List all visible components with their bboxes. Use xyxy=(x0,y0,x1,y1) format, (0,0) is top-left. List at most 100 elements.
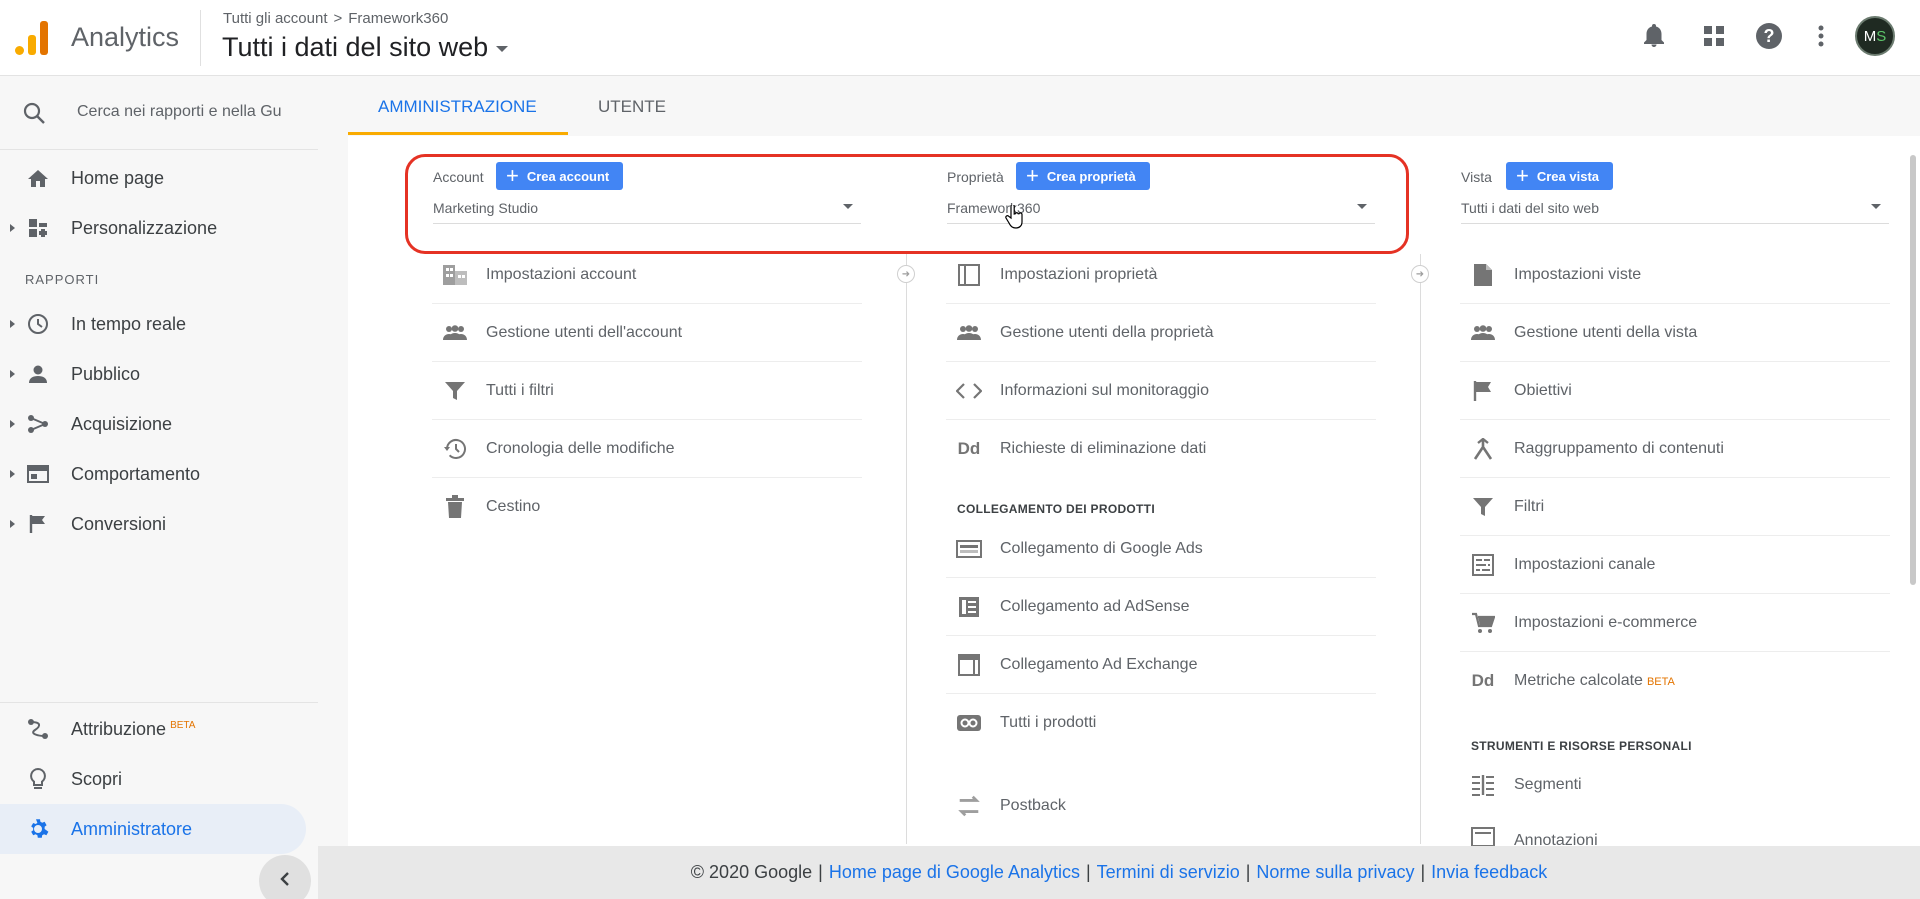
building-icon xyxy=(442,262,468,288)
cart-icon xyxy=(1470,610,1496,636)
property-settings-row[interactable]: Impostazioni proprietà xyxy=(946,246,1376,304)
calculated-metrics-row[interactable]: Dd Metriche calcolate BETA xyxy=(1460,652,1890,710)
section-label-reports: RAPPORTI xyxy=(25,272,100,287)
more-vert-icon[interactable] xyxy=(1805,20,1837,52)
row-label: Gestione utenti della vista xyxy=(1514,323,1698,341)
tab-user[interactable]: UTENTE xyxy=(598,97,666,135)
sidebar-item-attribution[interactable]: Attribuzione BETA xyxy=(0,704,306,754)
filters-row[interactable]: Filtri xyxy=(1460,478,1890,536)
channel-settings-row[interactable]: Impostazioni canale xyxy=(1460,536,1890,594)
row-label: Raggruppamento di contenuti xyxy=(1514,439,1724,457)
footer: © 2020 Google | Home page di Google Anal… xyxy=(318,846,1920,899)
annotations-row[interactable]: Annotazioni xyxy=(1460,804,1890,846)
view-user-management-row[interactable]: Gestione utenti della vista xyxy=(1460,304,1890,362)
sidebar-item-label: Home page xyxy=(71,167,165,188)
sidebar-item-conversions[interactable]: Conversioni xyxy=(0,499,306,549)
row-label: Collegamento ad AdSense xyxy=(1000,597,1190,615)
search-icon xyxy=(22,101,46,130)
search-input[interactable] xyxy=(77,99,297,125)
column-separator xyxy=(1420,254,1421,844)
change-history-row[interactable]: Cronologia delle modifiche xyxy=(432,420,862,478)
content-grouping-icon xyxy=(1470,436,1496,462)
account-user-management-row[interactable]: Gestione utenti dell'account xyxy=(432,304,862,362)
breadcrumb-property[interactable]: Framework360 xyxy=(348,10,448,27)
all-products-row[interactable]: Tutti i prodotti xyxy=(946,694,1376,752)
breadcrumb: Tutti gli account > Framework360 xyxy=(223,10,448,27)
beta-badge: BETA xyxy=(1646,676,1675,688)
ad-exchange-link-row[interactable]: Collegamento Ad Exchange xyxy=(946,636,1376,694)
footer-separator: | xyxy=(1245,862,1251,882)
sidebar-item-customization[interactable]: Personalizzazione xyxy=(0,203,306,253)
footer-link-feedback[interactable]: Invia feedback xyxy=(1431,862,1547,883)
arrow-circle-icon: ➜ xyxy=(897,265,915,283)
expand-arrow-icon xyxy=(10,520,15,528)
avatar-initial: M xyxy=(1863,27,1877,45)
avatar[interactable]: MS xyxy=(1855,16,1895,56)
acquisition-icon xyxy=(26,412,50,436)
attribution-label: Attribuzione xyxy=(71,718,167,739)
analytics-logo-icon[interactable] xyxy=(12,17,52,57)
data-deletion-icon: Dd xyxy=(957,439,981,458)
postback-row[interactable]: Postback xyxy=(946,777,1376,835)
view-settings-row[interactable]: Impostazioni viste xyxy=(1460,246,1890,304)
filter-icon xyxy=(442,378,468,404)
row-label: Informazioni sul monitoraggio xyxy=(1000,381,1209,399)
trash-row[interactable]: Cestino xyxy=(432,478,862,536)
breadcrumb-accounts[interactable]: Tutti gli account xyxy=(223,10,328,27)
segments-icon xyxy=(1470,772,1496,798)
people-icon xyxy=(442,320,468,346)
apps-grid-icon[interactable] xyxy=(1698,20,1730,52)
help-icon[interactable]: ? xyxy=(1753,20,1785,52)
gear-icon xyxy=(26,817,50,841)
expand-arrow-icon xyxy=(10,470,15,478)
lightbulb-icon xyxy=(26,767,50,791)
row-label: Gestione utenti della proprietà xyxy=(1000,323,1214,341)
footer-link-terms[interactable]: Termini di servizio xyxy=(1097,862,1240,883)
adsense-link-row[interactable]: Collegamento ad AdSense xyxy=(946,578,1376,636)
tab-administration[interactable]: AMMINISTRAZIONE xyxy=(348,97,568,135)
bell-icon[interactable] xyxy=(1638,20,1670,52)
create-view-button[interactable]: + Crea vista xyxy=(1506,162,1614,190)
sidebar-item-audience[interactable]: Pubblico xyxy=(0,349,306,399)
tracking-info-row[interactable]: Informazioni sul monitoraggio xyxy=(946,362,1376,420)
sidebar-item-acquisition[interactable]: Acquisizione xyxy=(0,399,306,449)
calculated-metrics-label: Metriche calcolate xyxy=(1514,672,1643,689)
row-label: Impostazioni proprietà xyxy=(1000,265,1158,283)
sidebar-item-label: Scopri xyxy=(71,768,123,789)
goals-row[interactable]: Obiettivi xyxy=(1460,362,1890,420)
attribution-icon xyxy=(26,717,50,741)
content-grouping-row[interactable]: Raggruppamento di contenuti xyxy=(1460,420,1890,478)
view-selector[interactable]: Tutti i dati del sito web xyxy=(222,32,509,63)
sidebar-item-discover[interactable]: Scopri xyxy=(0,754,306,804)
behavior-icon xyxy=(26,462,50,486)
footer-link-privacy[interactable]: Norme sulla privacy xyxy=(1256,862,1414,883)
row-label: Impostazioni e-commerce xyxy=(1514,613,1698,631)
sidebar-item-home[interactable]: Home page xyxy=(0,153,306,203)
sidebar-item-behavior[interactable]: Comportamento xyxy=(0,449,306,499)
footer-link-analytics-home[interactable]: Home page di Google Analytics xyxy=(829,862,1080,883)
view-selector-dropdown[interactable]: Tutti i dati del sito web xyxy=(1461,192,1889,224)
channel-settings-icon xyxy=(1470,552,1496,578)
home-icon xyxy=(26,166,50,190)
sidebar-item-label: Comportamento xyxy=(71,463,201,484)
all-filters-row[interactable]: Tutti i filtri xyxy=(432,362,862,420)
account-settings-row[interactable]: Impostazioni account xyxy=(432,246,862,304)
row-label: Impostazioni viste xyxy=(1514,265,1642,283)
data-deletion-row[interactable]: Dd Richieste di eliminazione dati xyxy=(946,420,1376,478)
personal-tools-heading: STRUMENTI E RISORSE PERSONALI xyxy=(1471,739,1692,753)
calculated-metrics-icon: Dd xyxy=(1471,671,1495,690)
caret-down-icon xyxy=(496,45,509,52)
sidebar-item-admin[interactable]: Amministratore xyxy=(0,804,306,854)
people-icon xyxy=(1470,320,1496,346)
chevron-left-icon xyxy=(279,871,291,892)
avatar-initial-2: S xyxy=(1876,27,1887,45)
create-view-label: Crea vista xyxy=(1536,168,1600,184)
sidebar-item-realtime[interactable]: In tempo reale xyxy=(0,299,306,349)
scrollbar[interactable] xyxy=(1910,155,1916,585)
row-label: Cronologia delle modifiche xyxy=(486,439,675,457)
ecommerce-settings-row[interactable]: Impostazioni e-commerce xyxy=(1460,594,1890,652)
property-user-management-row[interactable]: Gestione utenti della proprietà xyxy=(946,304,1376,362)
collapse-sidebar-button[interactable] xyxy=(259,855,311,899)
google-ads-link-row[interactable]: Collegamento di Google Ads xyxy=(946,520,1376,578)
dashboard-icon xyxy=(26,216,50,240)
